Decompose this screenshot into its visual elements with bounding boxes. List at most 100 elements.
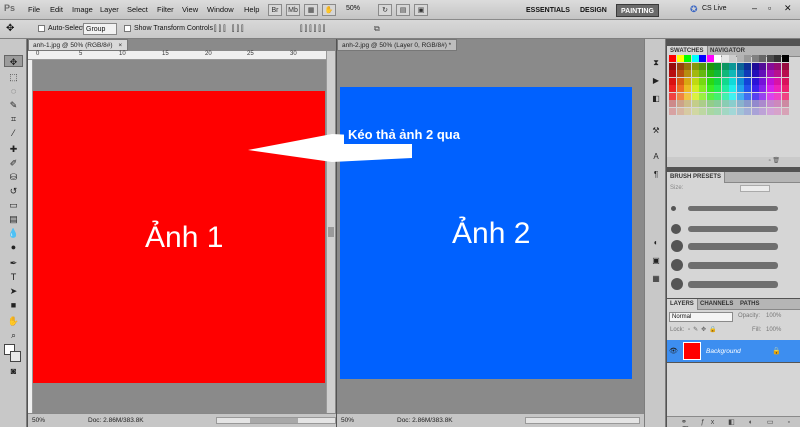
- adjustments-panel-icon[interactable]: ◐: [650, 237, 662, 248]
- swatch[interactable]: [684, 100, 691, 107]
- masks-panel-icon[interactable]: ▣: [650, 255, 662, 266]
- layer-visibility-eye-icon[interactable]: 👁: [669, 347, 678, 355]
- swatch[interactable]: [759, 100, 766, 107]
- swatch[interactable]: [759, 92, 766, 100]
- color-panel-icon[interactable]: ◧: [650, 93, 662, 104]
- horizontal-scrollbar-2[interactable]: [525, 417, 640, 424]
- swatch[interactable]: [721, 62, 729, 70]
- swatch[interactable]: [744, 107, 751, 115]
- swatch[interactable]: [781, 85, 789, 92]
- swatch[interactable]: [721, 55, 729, 62]
- swatch[interactable]: [744, 55, 751, 62]
- swatch[interactable]: [744, 85, 751, 92]
- swatch[interactable]: [781, 77, 789, 85]
- swatch[interactable]: [706, 107, 714, 115]
- swatch[interactable]: [751, 62, 759, 70]
- swatch[interactable]: [676, 107, 684, 115]
- minimize-icon[interactable]: –: [752, 3, 757, 13]
- swatch[interactable]: [781, 92, 789, 100]
- close-icon[interactable]: ✕: [784, 3, 792, 14]
- swatch[interactable]: [736, 92, 744, 100]
- swatch[interactable]: [714, 107, 721, 115]
- swatch[interactable]: [669, 77, 676, 85]
- brush-preset-1[interactable]: [671, 206, 676, 211]
- close-tab-1-icon[interactable]: ×: [118, 42, 122, 49]
- healing-tool-icon[interactable]: ✚: [4, 143, 23, 155]
- swatch[interactable]: [744, 100, 751, 107]
- brush-preset-5[interactable]: [671, 278, 683, 290]
- restore-icon[interactable]: ▫: [768, 3, 771, 13]
- align-icons[interactable]: ⫿⫿⫿ ⫿⫿⫿: [214, 24, 246, 34]
- swatch[interactable]: [729, 100, 736, 107]
- swatch[interactable]: [669, 85, 676, 92]
- brush-preset-2[interactable]: [671, 224, 681, 234]
- blur-tool-icon[interactable]: 💧: [4, 227, 23, 239]
- menu-select[interactable]: Select: [127, 5, 148, 14]
- delete-swatch-icon[interactable]: 🗑: [772, 158, 780, 164]
- swatch[interactable]: [729, 62, 736, 70]
- menu-file[interactable]: File: [28, 5, 40, 14]
- hand-zoom-icon[interactable]: ✋: [322, 4, 336, 16]
- menu-filter[interactable]: Filter: [157, 5, 174, 14]
- tab-channels[interactable]: CHANNELS: [697, 299, 736, 310]
- character-panel-icon[interactable]: A: [650, 151, 662, 162]
- swatch[interactable]: [751, 55, 759, 62]
- eraser-tool-icon[interactable]: ▭: [4, 199, 23, 211]
- type-tool-icon[interactable]: T: [4, 271, 23, 283]
- swatch[interactable]: [766, 85, 774, 92]
- zoom-tool-icon[interactable]: ⌕: [4, 329, 23, 341]
- quick-select-tool-icon[interactable]: ✎: [4, 99, 23, 111]
- swatch[interactable]: [736, 85, 744, 92]
- swatch[interactable]: [676, 85, 684, 92]
- swatch[interactable]: [736, 100, 744, 107]
- swatch[interactable]: [729, 77, 736, 85]
- swatch[interactable]: [736, 70, 744, 77]
- swatch[interactable]: [669, 107, 676, 115]
- swatch[interactable]: [744, 70, 751, 77]
- swatch[interactable]: [706, 92, 714, 100]
- swatch[interactable]: [669, 92, 676, 100]
- swatch[interactable]: [691, 62, 699, 70]
- swatch[interactable]: [676, 100, 684, 107]
- swatch[interactable]: [759, 55, 766, 62]
- layer-name[interactable]: Background: [706, 348, 741, 355]
- brush-size-field[interactable]: [740, 185, 770, 192]
- swatch[interactable]: [699, 77, 706, 85]
- brush-panel-icon[interactable]: ▦: [650, 273, 662, 284]
- swatch[interactable]: [774, 92, 781, 100]
- swatch[interactable]: [751, 85, 759, 92]
- swatch[interactable]: [706, 70, 714, 77]
- swatch[interactable]: [699, 70, 706, 77]
- swatch[interactable]: [684, 70, 691, 77]
- swatch[interactable]: [669, 70, 676, 77]
- menu-view[interactable]: View: [182, 5, 198, 14]
- swatch[interactable]: [669, 100, 676, 107]
- swatch[interactable]: [774, 70, 781, 77]
- swatch[interactable]: [676, 62, 684, 70]
- swatch[interactable]: [721, 70, 729, 77]
- swatch[interactable]: [736, 55, 744, 62]
- swatch[interactable]: [759, 85, 766, 92]
- menu-edit[interactable]: Edit: [50, 5, 63, 14]
- swatch[interactable]: [691, 85, 699, 92]
- swatch[interactable]: [766, 62, 774, 70]
- swatch[interactable]: [736, 77, 744, 85]
- swatch[interactable]: [706, 62, 714, 70]
- show-transform-checkbox[interactable]: [124, 25, 131, 32]
- swatch[interactable]: [714, 70, 721, 77]
- swatch[interactable]: [691, 92, 699, 100]
- swatch[interactable]: [774, 77, 781, 85]
- opacity-value[interactable]: 100%: [766, 313, 781, 319]
- swatch[interactable]: [774, 55, 781, 62]
- swatch[interactable]: [699, 92, 706, 100]
- swatch[interactable]: [721, 77, 729, 85]
- layer-footer-icons[interactable]: ⚭ ƒx ◧ ◐ ▭ ▫ 🗑: [681, 418, 800, 427]
- menu-help[interactable]: Help: [244, 5, 259, 14]
- swatch[interactable]: [691, 70, 699, 77]
- swatch[interactable]: [759, 62, 766, 70]
- workspace-design[interactable]: DESIGN: [576, 4, 611, 17]
- zoom-level-select[interactable]: 50%: [346, 5, 360, 12]
- fill-value[interactable]: 100%: [766, 327, 781, 333]
- swatch[interactable]: [759, 107, 766, 115]
- bridge-icon[interactable]: Br: [268, 4, 282, 16]
